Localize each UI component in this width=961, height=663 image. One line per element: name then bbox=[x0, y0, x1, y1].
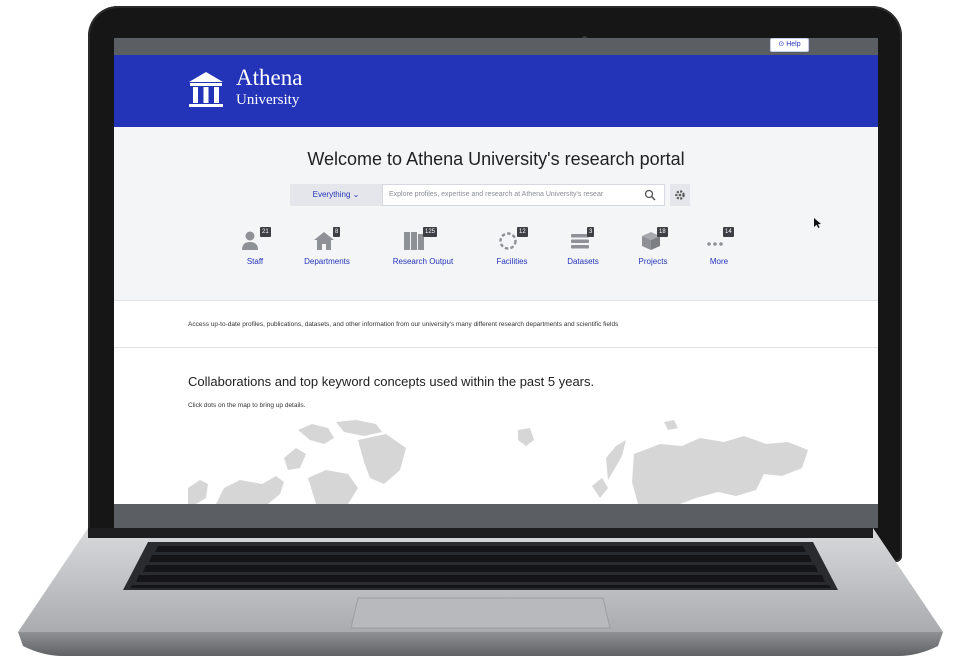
category-more[interactable]: 14 More bbox=[706, 227, 734, 266]
category-staff[interactable]: 21 Staff bbox=[240, 227, 271, 266]
category-departments[interactable]: 8 Departments bbox=[302, 227, 352, 266]
person-icon bbox=[242, 231, 258, 250]
screen-bottom-bar bbox=[114, 504, 878, 528]
browser-screen: Athena University ⊙ Help Welcome to Athe… bbox=[114, 38, 878, 528]
info-text: Access up-to-date profiles, publications… bbox=[188, 321, 619, 328]
logo-subtitle: University bbox=[236, 92, 300, 108]
chevron-down-icon: ⌄ bbox=[352, 190, 360, 199]
help-button[interactable]: ⊙ Help bbox=[770, 38, 809, 52]
collaboration-section: Collaborations and top keyword concepts … bbox=[114, 348, 878, 504]
category-facilities[interactable]: 12 Facilities bbox=[494, 227, 530, 266]
mouse-cursor-icon bbox=[814, 218, 821, 228]
facility-icon bbox=[499, 232, 517, 250]
research-output-count-badge: 125 bbox=[423, 227, 438, 237]
search-placeholder: Explore profiles, expertise and research… bbox=[389, 191, 604, 198]
world-map[interactable] bbox=[188, 418, 818, 504]
search-settings-button[interactable] bbox=[670, 184, 690, 206]
staff-count-badge: 21 bbox=[260, 227, 271, 237]
book-icon bbox=[404, 232, 424, 250]
category-label: Datasets bbox=[567, 257, 599, 266]
screen-top-bar bbox=[114, 38, 878, 55]
datasets-count-badge: 3 bbox=[587, 227, 595, 237]
category-research-output[interactable]: 125 Research Output bbox=[392, 227, 454, 266]
building-icon bbox=[314, 232, 334, 250]
more-count-badge: 14 bbox=[723, 227, 734, 237]
search-input[interactable]: Explore profiles, expertise and research… bbox=[382, 184, 665, 206]
category-projects[interactable]: 18 Projects bbox=[636, 227, 670, 266]
logo-name: Athena bbox=[236, 65, 303, 90]
search-icon[interactable] bbox=[644, 189, 656, 201]
category-label: More bbox=[709, 257, 729, 266]
hero-section: Welcome to Athena University's research … bbox=[114, 127, 878, 301]
gear-icon bbox=[675, 190, 685, 200]
collaboration-subtitle: Click dots on the map to bring up detail… bbox=[188, 402, 306, 409]
help-circle-icon: ⊙ bbox=[778, 41, 785, 48]
laptop-base bbox=[18, 528, 943, 656]
scope-dropdown-value: Everything bbox=[312, 190, 351, 199]
collaboration-title: Collaborations and top keyword concepts … bbox=[188, 374, 595, 389]
help-label: Help bbox=[786, 41, 801, 48]
welcome-heading: Welcome to Athena University's research … bbox=[307, 149, 685, 169]
category-label: Departments bbox=[304, 257, 350, 266]
site-header: Athena University bbox=[114, 55, 878, 127]
category-label: Research Output bbox=[392, 257, 454, 266]
university-logo-icon bbox=[189, 72, 223, 107]
category-label: Projects bbox=[638, 257, 668, 266]
facilities-count-badge: 12 bbox=[517, 227, 528, 237]
projects-count-badge: 18 bbox=[657, 227, 668, 237]
info-section: Access up-to-date profiles, publications… bbox=[114, 301, 878, 347]
scope-dropdown[interactable]: Everything ⌄ bbox=[290, 184, 382, 206]
category-datasets[interactable]: 3 Datasets bbox=[566, 227, 600, 266]
category-label: Staff bbox=[246, 257, 264, 266]
category-label: Facilities bbox=[496, 257, 528, 266]
departments-count-badge: 8 bbox=[333, 227, 341, 237]
category-row: 21 Staff 8 Departments 125 Research Outp… bbox=[114, 227, 878, 289]
